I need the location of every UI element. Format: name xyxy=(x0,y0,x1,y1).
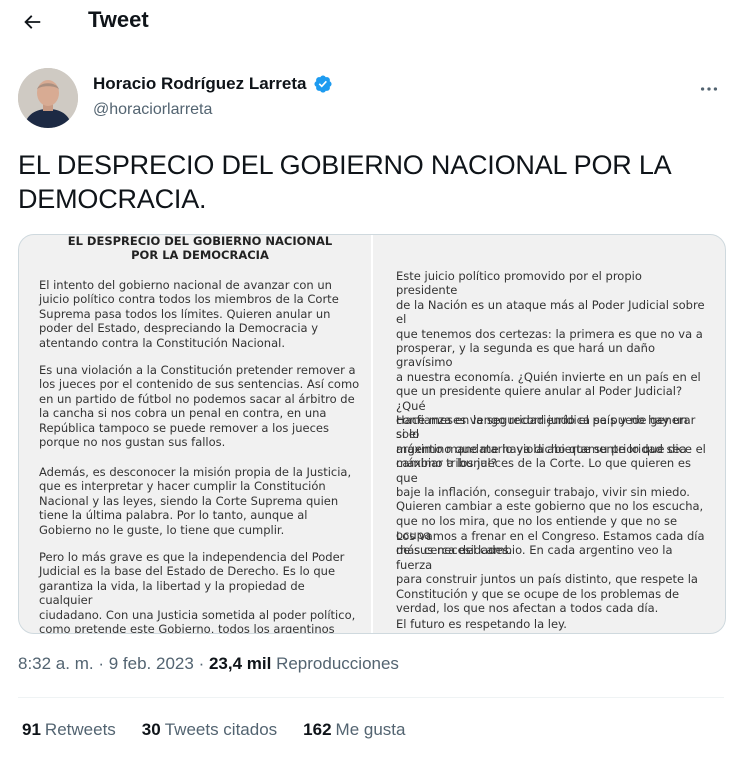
arrow-left-icon xyxy=(24,15,41,29)
document-paragraph: El futuro es respetando la ley. xyxy=(396,617,567,631)
likes-count: 162 xyxy=(303,720,332,739)
verified-badge-icon xyxy=(313,75,332,93)
avatar-image xyxy=(18,68,78,128)
document-paragraph: Pero lo más grave es que la independenci… xyxy=(39,550,356,634)
views-label: Reproducciones xyxy=(276,654,399,673)
document-paragraph: Los vamos a frenar en el Congreso. Estam… xyxy=(396,529,705,616)
display-name-row: Horacio Rodríguez Larreta xyxy=(93,74,333,94)
tweet-media-image[interactable]: EL DESPRECIO DEL GOBIERNO NACIONAL POR L… xyxy=(18,234,726,634)
avatar[interactable] xyxy=(18,68,78,128)
quote-tweets-count: 30 xyxy=(141,720,161,739)
likes-label: Me gusta xyxy=(335,720,406,739)
document-paragraph: Es una violación a la Constitución prete… xyxy=(39,363,360,450)
more-horizontal-icon xyxy=(700,87,718,91)
user-handle[interactable]: @horaciorlarreta xyxy=(93,101,212,119)
tweet-text: EL DESPRECIO DEL GOBIERNO NACIONAL POR L… xyxy=(18,150,670,214)
document-left-column: EL DESPRECIO DEL GOBIERNO NACIONAL POR L… xyxy=(39,235,361,634)
tweet-author: Horacio Rodríguez Larreta @horaciorlarre… xyxy=(18,68,724,132)
tweet-date[interactable]: 9 feb. 2023 xyxy=(109,654,194,673)
meta-separator: · xyxy=(198,654,205,673)
tweet-stats: 91 Retweets 30 Tweets citados 162 Me gusta xyxy=(22,720,405,740)
more-button[interactable] xyxy=(694,74,724,104)
retweets-label: Retweets xyxy=(44,720,116,739)
document-title: EL DESPRECIO DEL GOBIERNO NACIONAL POR L… xyxy=(39,235,361,262)
meta-separator: · xyxy=(98,654,105,673)
document-image: EL DESPRECIO DEL GOBIERNO NACIONAL POR L… xyxy=(19,235,725,633)
column-divider xyxy=(371,235,373,633)
back-button[interactable] xyxy=(14,4,50,40)
likes-stat[interactable]: 162 Me gusta xyxy=(303,720,405,740)
tweet-time[interactable]: 8:32 a. m. xyxy=(18,654,94,673)
display-name[interactable]: Horacio Rodríguez Larreta xyxy=(93,74,307,94)
top-bar: Tweet xyxy=(0,0,742,44)
quote-tweets-label: Tweets citados xyxy=(164,720,278,739)
document-title-line-1: EL DESPRECIO DEL GOBIERNO NACIONAL xyxy=(67,234,333,248)
views-count: 23,4 mil xyxy=(208,654,272,673)
divider xyxy=(18,697,724,698)
page-title: Tweet xyxy=(88,7,149,32)
document-paragraph: El intento del gobierno nacional de avan… xyxy=(39,278,339,350)
retweets-stat[interactable]: 91 Retweets xyxy=(22,720,116,740)
retweets-count: 91 xyxy=(22,720,41,739)
quote-tweets-stat[interactable]: 30 Tweets citados xyxy=(142,720,277,740)
tweet-meta: 8:32 a. m. · 9 feb. 2023 · 23,4 mil Repr… xyxy=(18,654,399,674)
document-title-line-2: POR LA DEMOCRACIA xyxy=(131,247,269,262)
document-right-column: Este juicio político promovido por el pr… xyxy=(396,235,706,633)
document-paragraph: Además, es desconocer la misión propia d… xyxy=(39,465,352,537)
